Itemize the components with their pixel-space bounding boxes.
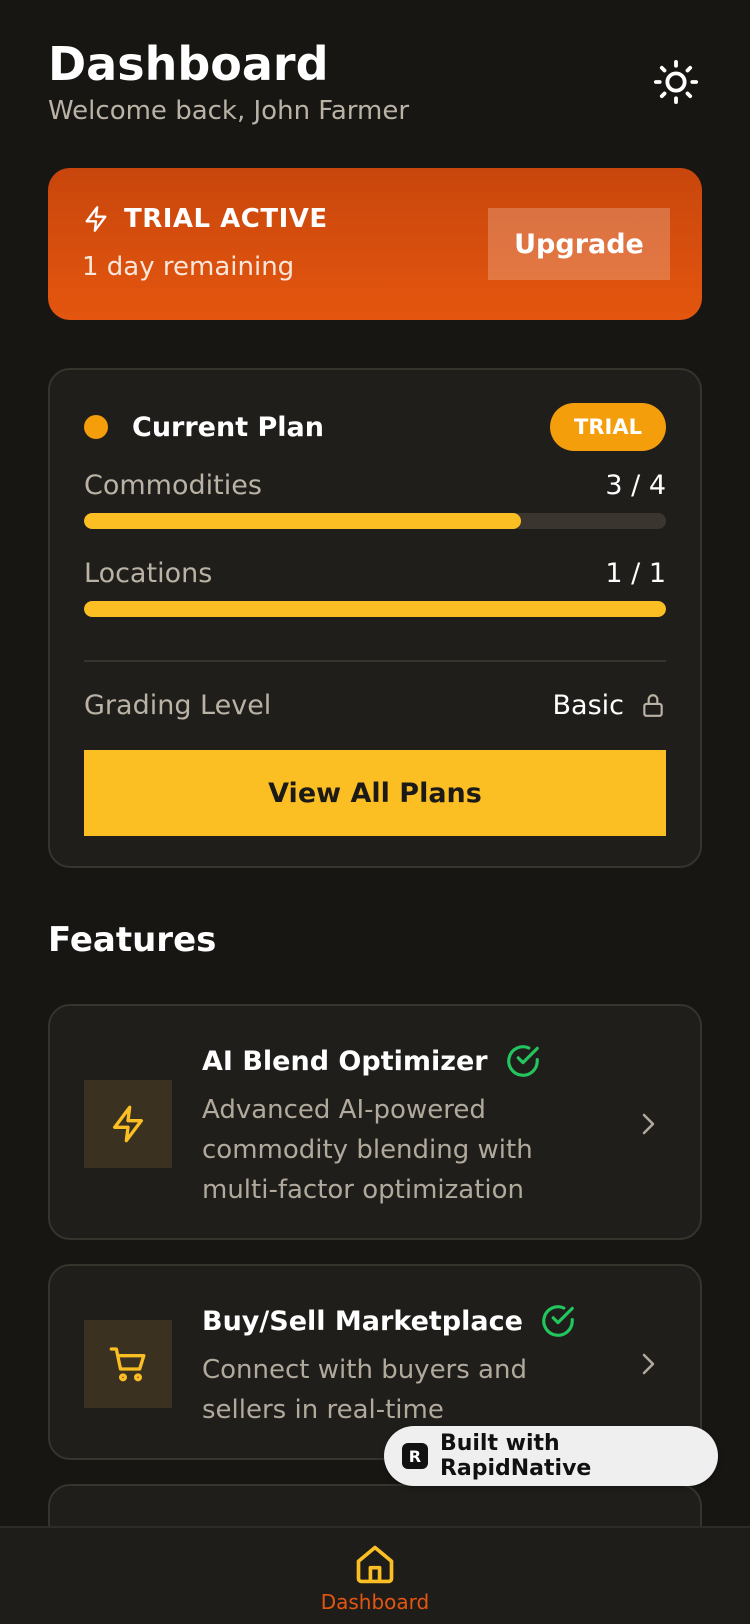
current-plan-card: Current Plan TRIAL Commodities 3 / 4 Loc… <box>48 368 702 868</box>
usage-value: 1 / 1 <box>605 558 666 589</box>
feature-icon-box <box>84 1320 172 1408</box>
built-with-label: Built with RapidNative <box>439 1431 592 1481</box>
usage-value: 3 / 4 <box>605 470 666 501</box>
feature-description: Advanced AI-powered commodity blending w… <box>202 1095 533 1205</box>
feature-icon-box <box>84 1080 172 1168</box>
progress-fill <box>84 601 666 617</box>
grading-level-row: Grading Level Basic <box>84 680 666 730</box>
feature-text: Buy/Sell Marketplace Connect with buyers… <box>202 1302 590 1430</box>
chevron-right-icon <box>642 1353 655 1375</box>
progress-bar <box>84 601 666 617</box>
plan-status-dot <box>84 415 108 439</box>
usage-commodities: Commodities 3 / 4 <box>84 470 666 529</box>
usage-label: Locations <box>84 558 213 589</box>
trial-banner: TRIAL ACTIVE 1 day remaining Upgrade <box>48 168 702 320</box>
usage-locations: Locations 1 / 1 <box>84 558 666 617</box>
plan-badge: TRIAL <box>550 403 666 451</box>
sun-icon <box>653 59 699 105</box>
cart-icon <box>109 1347 146 1382</box>
feature-card-ai-blend[interactable]: AI Blend Optimizer Advanced AI-powered c… <box>48 1004 702 1240</box>
plan-title: Current Plan <box>132 411 324 443</box>
built-with-badge[interactable]: R Built with RapidNative <box>384 1426 718 1486</box>
nav-label-dashboard: Dashboard <box>320 1590 430 1614</box>
feature-title: AI Blend Optimizer <box>202 1045 488 1077</box>
progress-bar <box>84 513 666 529</box>
feature-text: AI Blend Optimizer Advanced AI-powered c… <box>202 1042 590 1210</box>
features-heading: Features <box>48 920 217 960</box>
grading-label: Grading Level <box>84 689 272 721</box>
lock-icon <box>643 694 663 717</box>
feature-description: Connect with buyers and sellers in real-… <box>202 1355 527 1425</box>
upgrade-button[interactable]: Upgrade <box>488 208 670 280</box>
plan-header: Current Plan TRIAL <box>84 402 666 452</box>
header: Dashboard Welcome back, John Farmer <box>48 36 702 136</box>
page-title: Dashboard <box>48 37 329 91</box>
welcome-subtitle: Welcome back, John Farmer <box>48 96 410 126</box>
trial-status-row: TRIAL ACTIVE <box>82 204 328 234</box>
trial-remaining: 1 day remaining <box>82 252 295 282</box>
nav-item-dashboard[interactable]: Dashboard <box>318 1542 432 1614</box>
progress-fill <box>84 513 521 529</box>
trial-title: TRIAL ACTIVE <box>124 204 328 234</box>
grading-value: Basic <box>552 689 624 721</box>
bolt-icon <box>85 206 107 232</box>
view-all-plans-button[interactable]: View All Plans <box>84 750 666 836</box>
bolt-icon <box>113 1105 143 1143</box>
home-icon <box>356 1545 394 1584</box>
chevron-right-icon <box>642 1113 655 1135</box>
feature-title: Buy/Sell Marketplace <box>202 1305 523 1337</box>
bottom-nav: Dashboard <box>0 1526 750 1624</box>
divider <box>84 660 666 662</box>
usage-label: Commodities <box>84 470 262 501</box>
rapidnative-logo-icon: R <box>402 1443 428 1469</box>
theme-toggle-button[interactable] <box>650 56 702 108</box>
check-circle-icon <box>506 1045 539 1077</box>
check-circle-icon <box>542 1305 574 1337</box>
